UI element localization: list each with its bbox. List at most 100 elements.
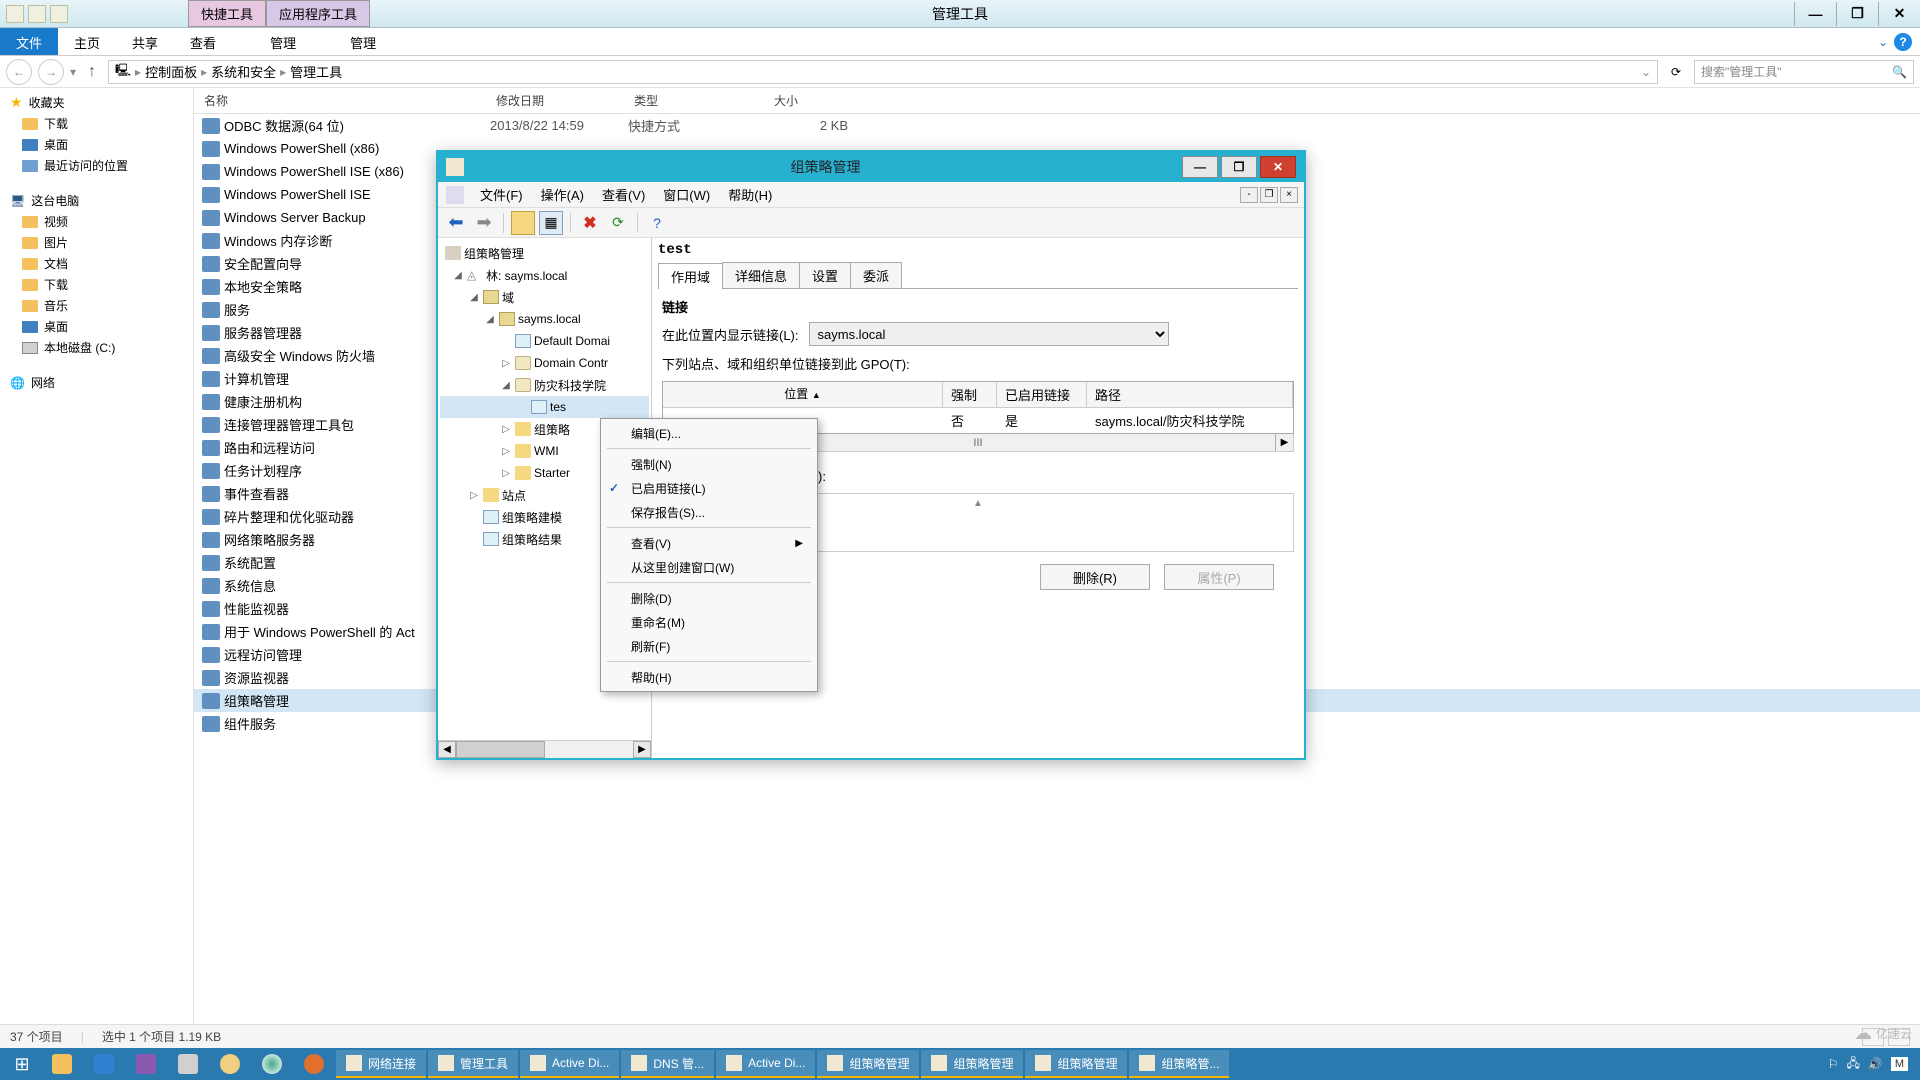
tray-volume-icon[interactable]: 🔊 xyxy=(1868,1057,1883,1071)
delete-button[interactable]: 删除(R) xyxy=(1040,564,1150,590)
qat-icon-3[interactable] xyxy=(50,5,68,23)
toolbar-delete-icon[interactable]: ✖ xyxy=(578,211,602,235)
ribbon-tab-manage-2[interactable]: 管理 xyxy=(334,28,392,55)
ctx-view[interactable]: 查看(V)▶ xyxy=(603,531,815,555)
ctx-rename[interactable]: 重命名(M) xyxy=(603,610,815,634)
tree-domain-controllers[interactable]: ▷Domain Contr xyxy=(440,352,649,374)
nav-localdisk[interactable]: 本地磁盘 (C:) xyxy=(0,337,193,358)
tree-root[interactable]: 组策略管理 xyxy=(440,242,649,264)
ribbon-tab-file[interactable]: 文件 xyxy=(0,28,58,55)
ctx-link-enabled[interactable]: ✓已启用链接(L) xyxy=(603,476,815,500)
breadcrumb-dropdown-icon[interactable]: ⌄ xyxy=(1641,65,1651,79)
taskbar-pin-6[interactable] xyxy=(252,1050,292,1078)
breadcrumb-seg-1[interactable]: 控制面板 xyxy=(145,62,197,81)
tool-tab-shortcut[interactable]: 快捷工具 xyxy=(188,0,266,27)
tool-tab-application[interactable]: 应用程序工具 xyxy=(266,0,370,27)
expand-icon[interactable]: ▷ xyxy=(500,446,512,457)
start-button[interactable]: ⊞ xyxy=(4,1050,40,1078)
taskbar-task[interactable]: DNS 管... xyxy=(621,1050,714,1078)
nav-pictures[interactable]: 图片 xyxy=(0,232,193,253)
maximize-button[interactable]: ❐ xyxy=(1836,2,1878,26)
mdi-close[interactable]: × xyxy=(1280,187,1298,203)
tab-settings[interactable]: 设置 xyxy=(799,262,851,288)
col-forced[interactable]: 强制 xyxy=(943,382,997,407)
taskbar-task[interactable]: 组策略管理 xyxy=(1025,1050,1127,1078)
taskbar-task[interactable]: 组策略管理 xyxy=(921,1050,1023,1078)
nav-downloads2[interactable]: 下载 xyxy=(0,274,193,295)
col-path[interactable]: 路径 xyxy=(1087,382,1293,407)
nav-recent[interactable]: 最近访问的位置 xyxy=(0,155,193,176)
toolbar-back-icon[interactable]: ⬅ xyxy=(444,211,468,235)
close-button[interactable]: ✕ xyxy=(1878,2,1920,26)
nav-videos[interactable]: 视频 xyxy=(0,211,193,232)
col-header-type[interactable]: 类型 xyxy=(624,92,764,109)
taskbar-pin-3[interactable] xyxy=(126,1050,166,1078)
tree-gpo-test[interactable]: tes xyxy=(440,396,649,418)
nav-desktop[interactable]: 桌面 xyxy=(0,134,193,155)
menu-window[interactable]: 窗口(W) xyxy=(655,182,718,207)
ribbon-tab-home[interactable]: 主页 xyxy=(58,28,116,55)
expand-icon[interactable]: ▷ xyxy=(500,358,512,369)
tree-hscrollbar[interactable]: ◀ ▶ xyxy=(438,740,651,758)
ctx-help[interactable]: 帮助(H) xyxy=(603,665,815,689)
scroll-right-icon[interactable]: ▶ xyxy=(633,741,651,758)
taskbar-task[interactable]: Active Di... xyxy=(716,1050,815,1078)
collapse-icon[interactable]: ◢ xyxy=(484,314,496,325)
nav-up-button[interactable]: ↑ xyxy=(82,63,102,81)
ribbon-expand-icon[interactable]: ⌄ xyxy=(1878,35,1888,49)
nav-forward-button[interactable]: → xyxy=(38,59,64,85)
tree-domains[interactable]: ◢域 xyxy=(440,286,649,308)
qat-icon-2[interactable] xyxy=(28,5,46,23)
nav-thispc[interactable]: 🖥这台电脑 xyxy=(0,190,193,211)
gpmc-minimize-button[interactable]: — xyxy=(1182,156,1218,178)
scroll-thumb[interactable] xyxy=(456,741,545,758)
taskbar-task[interactable]: 管理工具 xyxy=(428,1050,518,1078)
nav-network[interactable]: 🌐网络 xyxy=(0,372,193,393)
scroll-left-icon[interactable]: ◀ xyxy=(438,741,456,758)
ctx-save-report[interactable]: 保存报告(S)... xyxy=(603,500,815,524)
taskbar-task[interactable]: 网络连接 xyxy=(336,1050,426,1078)
nav-documents[interactable]: 文档 xyxy=(0,253,193,274)
taskbar-task[interactable]: 组策略管理 xyxy=(817,1050,919,1078)
col-header-date[interactable]: 修改日期 xyxy=(486,92,624,109)
showlinks-select[interactable]: sayms.local xyxy=(809,322,1169,346)
file-row[interactable]: ODBC 数据源(64 位) 2013/8/22 14:59 快捷方式 2 KB xyxy=(194,114,1920,137)
nav-back-button[interactable]: ← xyxy=(6,59,32,85)
tab-details[interactable]: 详细信息 xyxy=(722,262,800,288)
menu-view[interactable]: 查看(V) xyxy=(594,182,653,207)
col-enabled[interactable]: 已启用链接 xyxy=(997,382,1087,407)
tray-flag-icon[interactable]: ⚐ xyxy=(1828,1057,1839,1071)
ctx-refresh[interactable]: 刷新(F) xyxy=(603,634,815,658)
menu-help[interactable]: 帮助(H) xyxy=(720,182,780,207)
mdi-restore[interactable]: ❐ xyxy=(1260,187,1278,203)
ribbon-tab-share[interactable]: 共享 xyxy=(116,28,174,55)
nav-desktop2[interactable]: 桌面 xyxy=(0,316,193,337)
qat-icon-1[interactable] xyxy=(6,5,24,23)
expand-icon[interactable]: ▷ xyxy=(500,424,512,435)
refresh-button[interactable]: ⟳ xyxy=(1664,60,1688,84)
col-location[interactable]: 位置 ▲ xyxy=(663,382,943,407)
tree-forest[interactable]: ◢林: sayms.local xyxy=(440,264,649,286)
tray-network-icon[interactable]: 🖧 xyxy=(1846,1054,1859,1075)
toolbar-refresh-icon[interactable]: ⟳ xyxy=(606,211,630,235)
ctx-new-window[interactable]: 从这里创建窗口(W) xyxy=(603,555,815,579)
menu-file[interactable]: 文件(F) xyxy=(472,182,531,207)
ribbon-tab-manage-1[interactable]: 管理 xyxy=(254,28,312,55)
menu-action[interactable]: 操作(A) xyxy=(533,182,592,207)
minimize-button[interactable]: — xyxy=(1794,2,1836,26)
taskbar-pin-7[interactable] xyxy=(294,1050,334,1078)
taskbar-pin-2[interactable] xyxy=(84,1050,124,1078)
help-icon[interactable]: ? xyxy=(1894,33,1912,51)
tree-ou-fangzai[interactable]: ◢防灾科技学院 xyxy=(440,374,649,396)
tab-scope[interactable]: 作用域 xyxy=(658,263,723,289)
ribbon-tab-view[interactable]: 查看 xyxy=(174,28,232,55)
breadcrumb-seg-3[interactable]: 管理工具 xyxy=(290,62,342,81)
scroll-right-icon[interactable]: ▶ xyxy=(1275,434,1293,451)
taskbar-pin-5[interactable] xyxy=(210,1050,250,1078)
tab-delegation[interactable]: 委派 xyxy=(850,262,902,288)
col-header-size[interactable]: 大小 xyxy=(764,92,844,109)
tree-domain[interactable]: ◢sayms.local xyxy=(440,308,649,330)
collapse-icon[interactable]: ◢ xyxy=(452,270,464,281)
search-input[interactable]: 搜索"管理工具" 🔍 xyxy=(1694,60,1914,84)
gpmc-maximize-button[interactable]: ❐ xyxy=(1221,156,1257,178)
